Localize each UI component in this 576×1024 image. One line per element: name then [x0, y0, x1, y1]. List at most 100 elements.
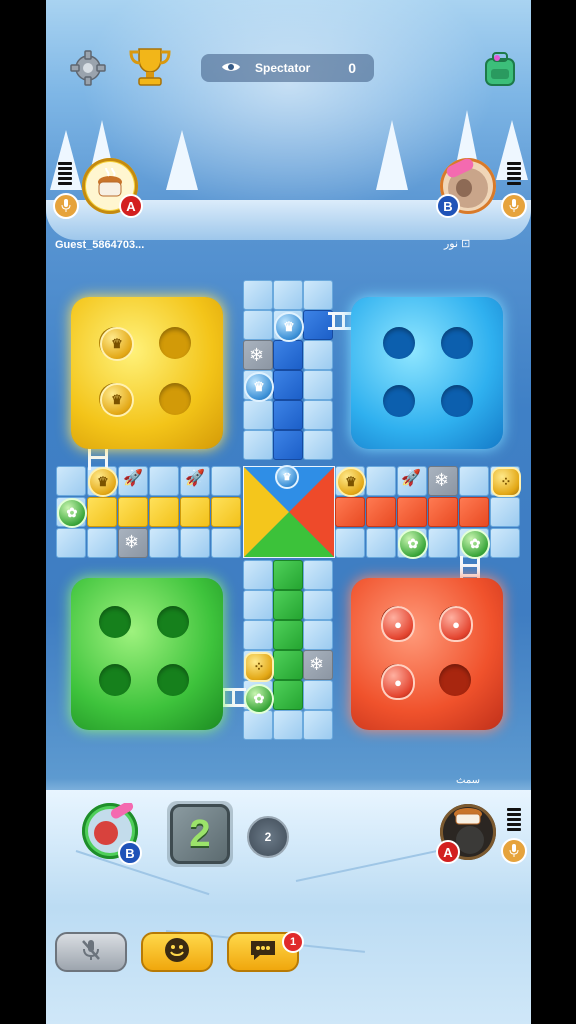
board-cell[interactable] — [303, 340, 333, 370]
token-slot — [439, 664, 471, 696]
red-home-base: ● ● ● — [351, 578, 503, 730]
board-cell[interactable] — [303, 620, 333, 650]
token-slot — [159, 383, 191, 415]
token-slot — [441, 385, 473, 417]
blue-token[interactable]: ♛ — [275, 465, 299, 489]
board-cell[interactable] — [490, 528, 520, 558]
board-cell[interactable] — [243, 710, 273, 740]
token-slot — [157, 606, 189, 638]
token-slot — [99, 664, 131, 696]
board-cell[interactable] — [335, 528, 365, 558]
smiley-icon — [164, 937, 190, 968]
token-slot — [383, 385, 415, 417]
blue-token[interactable]: ♛ — [244, 372, 274, 402]
blue-home-base — [351, 297, 503, 449]
red-token[interactable]: ● — [381, 606, 415, 642]
dice-bonus-icon: ⁘ — [491, 467, 521, 497]
board-cell[interactable] — [149, 466, 179, 496]
yellow-token[interactable]: ♛ — [88, 467, 118, 497]
board-cell[interactable] — [366, 466, 396, 496]
board-cell[interactable] — [149, 528, 179, 558]
board-cell[interactable] — [243, 280, 273, 310]
microphone-muted-icon — [80, 938, 102, 967]
board-cell[interactable] — [303, 430, 333, 460]
board-cell[interactable] — [56, 528, 86, 558]
board-cell[interactable] — [303, 370, 333, 400]
red-token[interactable]: ● — [439, 606, 473, 642]
board-cell[interactable] — [366, 528, 396, 558]
board-cell[interactable] — [243, 620, 273, 650]
board-cell[interactable] — [303, 680, 333, 710]
board-cell[interactable] — [87, 528, 117, 558]
board-cell[interactable] — [303, 590, 333, 620]
player-badge-b: B — [118, 841, 142, 865]
board-cell[interactable] — [428, 528, 458, 558]
blue-token[interactable]: ♛ — [274, 312, 304, 342]
board-cell[interactable] — [211, 466, 241, 496]
token-slot — [157, 664, 189, 696]
board-cell[interactable] — [243, 310, 273, 340]
board-cell[interactable] — [56, 466, 86, 496]
board-cell-blue[interactable] — [273, 370, 303, 400]
board-cell-red[interactable] — [397, 497, 427, 527]
board-cell-green[interactable] — [273, 560, 303, 590]
board-cell-blue[interactable] — [273, 430, 303, 460]
green-token[interactable]: ✿ — [57, 498, 87, 528]
board-cell-green[interactable] — [273, 650, 303, 680]
snowflake-icon: ❄ — [309, 654, 325, 674]
board-cell[interactable] — [211, 528, 241, 558]
green-token[interactable]: ✿ — [244, 684, 274, 714]
yellow-token[interactable]: ♛ — [100, 383, 134, 417]
board-cell[interactable] — [243, 560, 273, 590]
green-token[interactable]: ✿ — [398, 529, 428, 559]
board-cell[interactable] — [243, 590, 273, 620]
board-cell-green[interactable] — [273, 590, 303, 620]
board-cell-yellow[interactable] — [118, 497, 148, 527]
snowflake-icon: ❄ — [124, 532, 140, 552]
board-cell[interactable] — [243, 400, 273, 430]
rocket-icon: 🚀 — [185, 470, 205, 487]
board-cell[interactable] — [303, 400, 333, 430]
reroll-button[interactable]: 2 — [247, 816, 289, 858]
signal-strength-icon — [507, 808, 521, 833]
dice-area[interactable]: 2 — [167, 801, 233, 867]
board-cell-yellow[interactable] — [149, 497, 179, 527]
board-cell[interactable] — [490, 497, 520, 527]
board-cell-yellow[interactable] — [180, 497, 210, 527]
game-screen: Spectator 0 A Guest_5864703... B نور ⊡ ❄… — [46, 0, 531, 1024]
board-cell-red[interactable] — [366, 497, 396, 527]
chat-bubble-icon — [248, 937, 278, 968]
microphone-icon[interactable] — [501, 838, 527, 864]
player-name-bottom-right: سمث — [456, 775, 480, 786]
snowflake-icon: ❄ — [249, 345, 265, 365]
board-cell-red[interactable] — [428, 497, 458, 527]
board-cell-yellow[interactable] — [87, 497, 117, 527]
yellow-token[interactable]: ♛ — [100, 327, 134, 361]
green-token[interactable]: ✿ — [460, 529, 490, 559]
board-cell-green[interactable] — [273, 680, 303, 710]
board-cell-blue[interactable] — [273, 340, 303, 370]
board-cell[interactable] — [180, 528, 210, 558]
board-cell[interactable] — [273, 710, 303, 740]
dice-bonus-icon: ⁘ — [244, 652, 274, 682]
emoji-button[interactable] — [141, 932, 213, 972]
reroll-count: 2 — [264, 830, 272, 844]
chat-unread-badge: 1 — [282, 931, 304, 953]
yellow-token[interactable]: ♛ — [336, 467, 366, 497]
board-cell-green[interactable] — [273, 620, 303, 650]
red-token[interactable]: ● — [381, 664, 415, 700]
board-cell-yellow[interactable] — [211, 497, 241, 527]
token-slot — [99, 606, 131, 638]
microphone-mute-button[interactable] — [55, 932, 127, 972]
dice[interactable]: 2 — [170, 804, 230, 864]
board-cell-red[interactable] — [459, 497, 489, 527]
board-cell[interactable] — [303, 710, 333, 740]
board-cell[interactable] — [303, 280, 333, 310]
board-cell[interactable] — [459, 466, 489, 496]
board-cell[interactable] — [273, 280, 303, 310]
board-cell-red[interactable] — [335, 497, 365, 527]
board-cell-blue[interactable] — [273, 400, 303, 430]
token-slot — [159, 327, 191, 359]
board-cell[interactable] — [303, 560, 333, 590]
board-cell[interactable] — [243, 430, 273, 460]
